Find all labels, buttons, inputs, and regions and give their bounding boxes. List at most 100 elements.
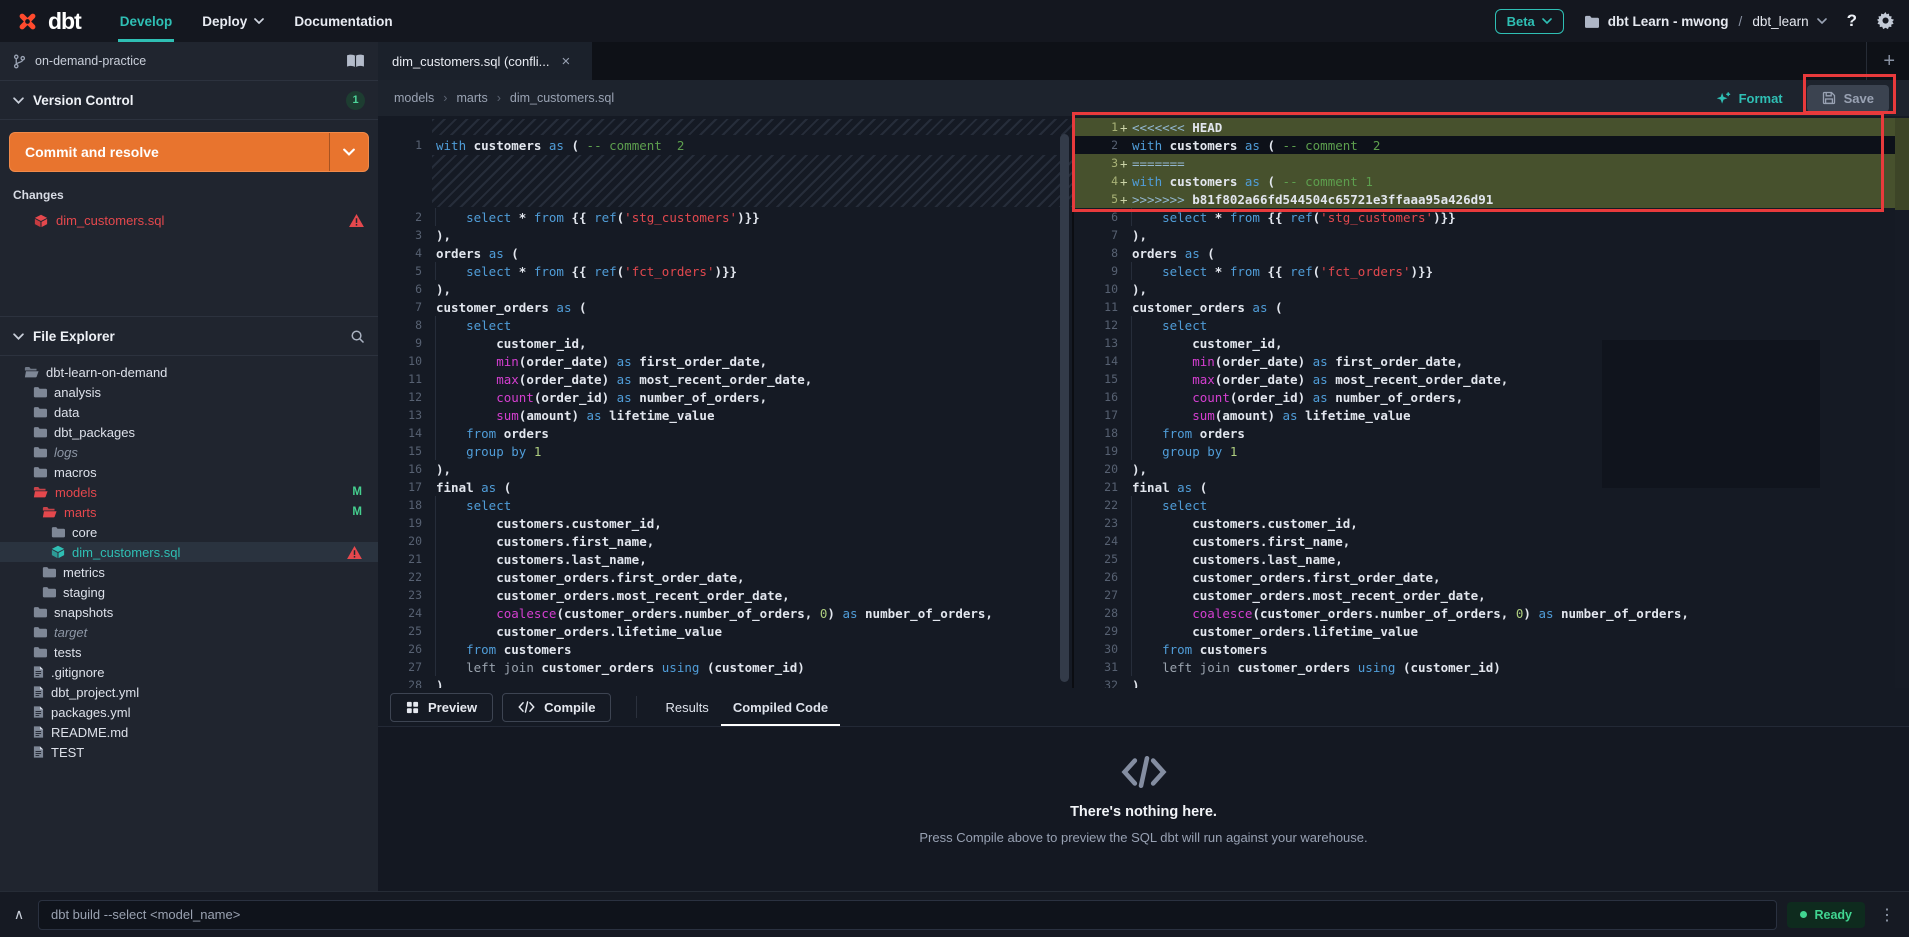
panel-tab-results[interactable]: Results [653, 688, 720, 726]
tree-item-logs[interactable]: logs [0, 442, 378, 462]
command-input[interactable] [38, 900, 1777, 930]
code-line[interactable]: 24 customers.first_name, [1074, 532, 1909, 550]
code-line[interactable]: 16), [378, 460, 1072, 478]
breadcrumb-item[interactable]: models [394, 91, 434, 105]
code-line[interactable]: 7), [1074, 226, 1909, 244]
scrollbar-left-pane[interactable] [1060, 134, 1069, 682]
code-line[interactable]: 6), [378, 280, 1072, 298]
branch-name[interactable]: on-demand-practice [35, 54, 146, 68]
code-line[interactable]: 11 max(order_date) as most_recent_order_… [378, 370, 1072, 388]
code-line[interactable]: 10), [1074, 280, 1909, 298]
close-icon[interactable]: × [562, 53, 571, 70]
code-line[interactable]: 5+>>>>>>> b81f802a66fd544504c65721e3ffaa… [1074, 190, 1909, 208]
tree-item-macros[interactable]: macros [0, 462, 378, 482]
tree-item-.gitignore[interactable]: .gitignore [0, 662, 378, 682]
nav-item-deploy[interactable]: Deploy [187, 0, 279, 42]
code-line[interactable]: 9 customer_id, [378, 334, 1072, 352]
tree-item-packages.yml[interactable]: packages.yml [0, 702, 378, 722]
editor-pane-current[interactable]: 1with customers as ( -- comment 22 selec… [378, 116, 1074, 688]
code-line[interactable]: 15 group by 1 [378, 442, 1072, 460]
code-line[interactable]: 20 customers.first_name, [378, 532, 1072, 550]
breadcrumb-item[interactable]: marts [456, 91, 487, 105]
nav-item-develop[interactable]: Develop [105, 0, 188, 42]
tree-item-marts[interactable]: martsM [0, 502, 378, 522]
format-button[interactable]: Format [1716, 91, 1783, 106]
code-line[interactable]: 21 customers.last_name, [378, 550, 1072, 568]
tree-item-metrics[interactable]: metrics [0, 562, 378, 582]
code-line[interactable]: 10 min(order_date) as first_order_date, [378, 352, 1072, 370]
tree-item-analysis[interactable]: analysis [0, 382, 378, 402]
save-button[interactable]: Save [1807, 85, 1889, 112]
code-line[interactable]: 26 from customers [378, 640, 1072, 658]
code-line[interactable]: 14 from orders [378, 424, 1072, 442]
file-explorer-header[interactable]: File Explorer [0, 316, 378, 356]
code-line[interactable]: 29 customer_orders.lifetime_value [1074, 622, 1909, 640]
search-icon[interactable] [350, 329, 365, 344]
code-line[interactable]: 31 left join customer_orders using (cust… [1074, 658, 1909, 676]
code-line[interactable]: 19 customers.customer_id, [378, 514, 1072, 532]
code-line[interactable]: 25 customer_orders.lifetime_value [378, 622, 1072, 640]
code-line[interactable]: 4+with customers as ( -- comment 1 [1074, 172, 1909, 190]
new-tab-button[interactable]: + [1866, 42, 1909, 80]
code-line[interactable]: 9 select * from {{ ref('fct_orders')}} [1074, 262, 1909, 280]
code-line[interactable]: 28) [378, 676, 1072, 688]
code-line[interactable]: 8 select [378, 316, 1072, 334]
commit-and-resolve-button[interactable]: Commit and resolve [9, 132, 369, 172]
code-line[interactable]: 5 select * from {{ ref('fct_orders')}} [378, 262, 1072, 280]
code-line[interactable]: 28 coalesce(customer_orders.number_of_or… [1074, 604, 1909, 622]
docs-book-icon[interactable] [346, 54, 365, 69]
editor-pane-incoming[interactable]: 1+<<<<<<< HEAD2with customers as ( -- co… [1074, 116, 1909, 688]
tree-item-dim_customers.sql[interactable]: dim_customers.sql [0, 542, 378, 562]
kebab-menu-icon[interactable]: ⋮ [1875, 905, 1899, 925]
gear-icon[interactable] [1877, 12, 1895, 30]
tree-item-TEST[interactable]: TEST [0, 742, 378, 762]
version-control-header[interactable]: Version Control 1 [0, 81, 378, 120]
code-line[interactable]: 24 coalesce(customer_orders.number_of_or… [378, 604, 1072, 622]
code-line[interactable]: 26 customer_orders.first_order_date, [1074, 568, 1909, 586]
tree-item-README.md[interactable]: README.md [0, 722, 378, 742]
expand-command-bar-icon[interactable]: ∧ [10, 906, 28, 923]
code-line[interactable]: 1with customers as ( -- comment 2 [378, 136, 1072, 154]
tree-item-core[interactable]: core [0, 522, 378, 542]
code-line[interactable]: 32) [1074, 676, 1909, 688]
code-line[interactable]: 22 customer_orders.first_order_date, [378, 568, 1072, 586]
code-line[interactable]: 17final as ( [378, 478, 1072, 496]
code-line[interactable]: 22 select [1074, 496, 1909, 514]
tree-item-data[interactable]: data [0, 402, 378, 422]
code-line[interactable]: 1+<<<<<<< HEAD [1074, 118, 1909, 136]
code-line[interactable]: 27 customer_orders.most_recent_order_dat… [1074, 586, 1909, 604]
code-line[interactable]: 8orders as ( [1074, 244, 1909, 262]
code-line[interactable]: 30 from customers [1074, 640, 1909, 658]
code-line[interactable]: 12 select [1074, 316, 1909, 334]
dbt-logo[interactable]: dbt [14, 8, 81, 35]
tree-item-snapshots[interactable]: snapshots [0, 602, 378, 622]
compile-button[interactable]: Compile [502, 693, 611, 722]
code-line[interactable]: 6 select * from {{ ref('stg_customers')}… [1074, 208, 1909, 226]
nav-item-documentation[interactable]: Documentation [279, 0, 407, 42]
tab-dim-customers[interactable]: dim_customers.sql (confli... × [378, 42, 592, 80]
code-line[interactable]: 18 select [378, 496, 1072, 514]
commit-dropdown-toggle[interactable] [329, 133, 368, 171]
tree-item-dbt_project.yml[interactable]: dbt_project.yml [0, 682, 378, 702]
tree-item-dbt-learn-on-demand[interactable]: dbt-learn-on-demand [0, 362, 378, 382]
tree-item-target[interactable]: target [0, 622, 378, 642]
code-line[interactable]: 12 count(order_id) as number_of_orders, [378, 388, 1072, 406]
changed-file-row[interactable]: dim_customers.sql [0, 209, 378, 232]
tree-item-models[interactable]: modelsM [0, 482, 378, 502]
panel-tab-compiled-code[interactable]: Compiled Code [721, 688, 840, 726]
code-line[interactable]: 3+======= [1074, 154, 1909, 172]
code-line[interactable]: 23 customers.customer_id, [1074, 514, 1909, 532]
project-selector[interactable]: dbt Learn - mwong / dbt_learn [1584, 14, 1827, 29]
code-line[interactable]: 7customer_orders as ( [378, 298, 1072, 316]
tree-item-tests[interactable]: tests [0, 642, 378, 662]
beta-badge[interactable]: Beta [1495, 9, 1564, 34]
code-line[interactable]: 2with customers as ( -- comment 2 [1074, 136, 1909, 154]
code-line[interactable]: 11customer_orders as ( [1074, 298, 1909, 316]
code-line[interactable]: 27 left join customer_orders using (cust… [378, 658, 1072, 676]
code-line[interactable]: 4orders as ( [378, 244, 1072, 262]
code-line[interactable]: 3), [378, 226, 1072, 244]
tree-item-dbt_packages[interactable]: dbt_packages [0, 422, 378, 442]
breadcrumb-item[interactable]: dim_customers.sql [510, 91, 614, 105]
code-line[interactable]: 23 customer_orders.most_recent_order_dat… [378, 586, 1072, 604]
code-line[interactable]: 13 sum(amount) as lifetime_value [378, 406, 1072, 424]
